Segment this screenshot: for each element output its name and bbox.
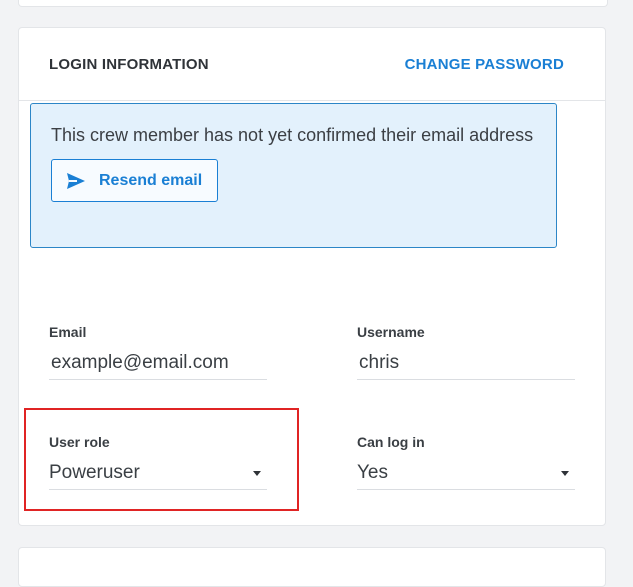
email-input[interactable]: example@email.com (49, 347, 267, 380)
username-value: chris (359, 352, 400, 373)
email-unconfirmed-notice: This crew member has not yet confirmed t… (30, 103, 557, 248)
change-password-link[interactable]: CHANGE PASSWORD (405, 56, 564, 73)
user-role-field: User role Poweruser (49, 433, 267, 490)
user-role-value: Poweruser (49, 462, 140, 483)
section-title: LOGIN INFORMATION (49, 55, 209, 73)
card-header: LOGIN INFORMATION CHANGE PASSWORD (19, 28, 605, 101)
username-input[interactable]: chris (357, 347, 575, 380)
can-log-in-value: Yes (357, 462, 388, 483)
send-icon (67, 172, 85, 189)
chevron-down-icon (561, 470, 569, 476)
chevron-down-icon (253, 470, 261, 476)
previous-card (18, 0, 608, 7)
resend-email-button[interactable]: Resend email (51, 159, 218, 202)
next-card (18, 547, 606, 587)
email-label: Email (49, 324, 87, 340)
user-role-label: User role (49, 434, 110, 450)
can-log-in-field: Can log in Yes (357, 433, 575, 490)
user-role-select[interactable]: Poweruser (49, 457, 267, 490)
can-log-in-label: Can log in (357, 434, 425, 450)
email-field: Email example@email.com (49, 323, 267, 380)
can-log-in-select[interactable]: Yes (357, 457, 575, 490)
email-value: example@email.com (51, 352, 229, 373)
username-field: Username chris (357, 323, 575, 380)
username-label: Username (357, 324, 425, 340)
resend-email-label: Resend email (99, 171, 203, 189)
notice-text: This crew member has not yet confirmed t… (51, 125, 534, 145)
